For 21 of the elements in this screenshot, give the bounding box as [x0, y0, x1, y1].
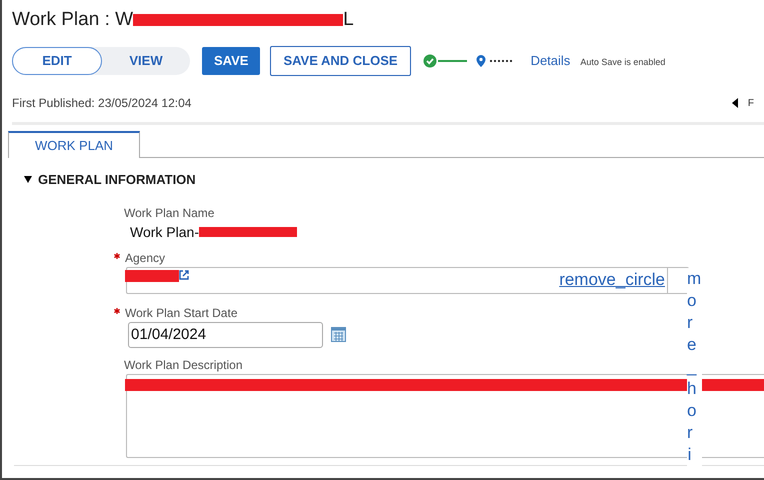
mode-tab[interactable]: EDIT: [12, 47, 102, 75]
remove-link[interactable]: remove_circle: [559, 267, 665, 293]
details-link[interactable]: Details: [530, 51, 570, 71]
page-title: Work Plan : W: [12, 8, 134, 32]
nav-letter: F: [748, 96, 754, 110]
field-label: Work Plan Description: [124, 356, 242, 374]
field-label: Work Plan Name: [124, 204, 214, 222]
more-link[interactable]: more_hori: [687, 268, 702, 466]
autosave-note: Auto Save is enabled: [580, 56, 666, 70]
tab[interactable]: WORK PLAN: [8, 131, 140, 158]
page-title: L: [343, 8, 354, 32]
first-published: First Published: 23/05/2024 12:04: [12, 95, 192, 112]
agency-field[interactable]: remove_circle: [126, 266, 689, 294]
field-label: Agency: [125, 250, 166, 266]
section-title: GENERAL INFORMATION: [38, 171, 196, 189]
date-field[interactable]: 01/04/2024: [128, 322, 323, 348]
save-button[interactable]: SAVE: [202, 47, 260, 75]
mode-tab[interactable]: VIEW: [102, 47, 190, 75]
field-value: Work Plan-: [130, 222, 199, 242]
field-label: Work Plan Start Date: [125, 304, 238, 322]
save-and-close-button[interactable]: SAVE AND CLOSE: [270, 46, 411, 76]
